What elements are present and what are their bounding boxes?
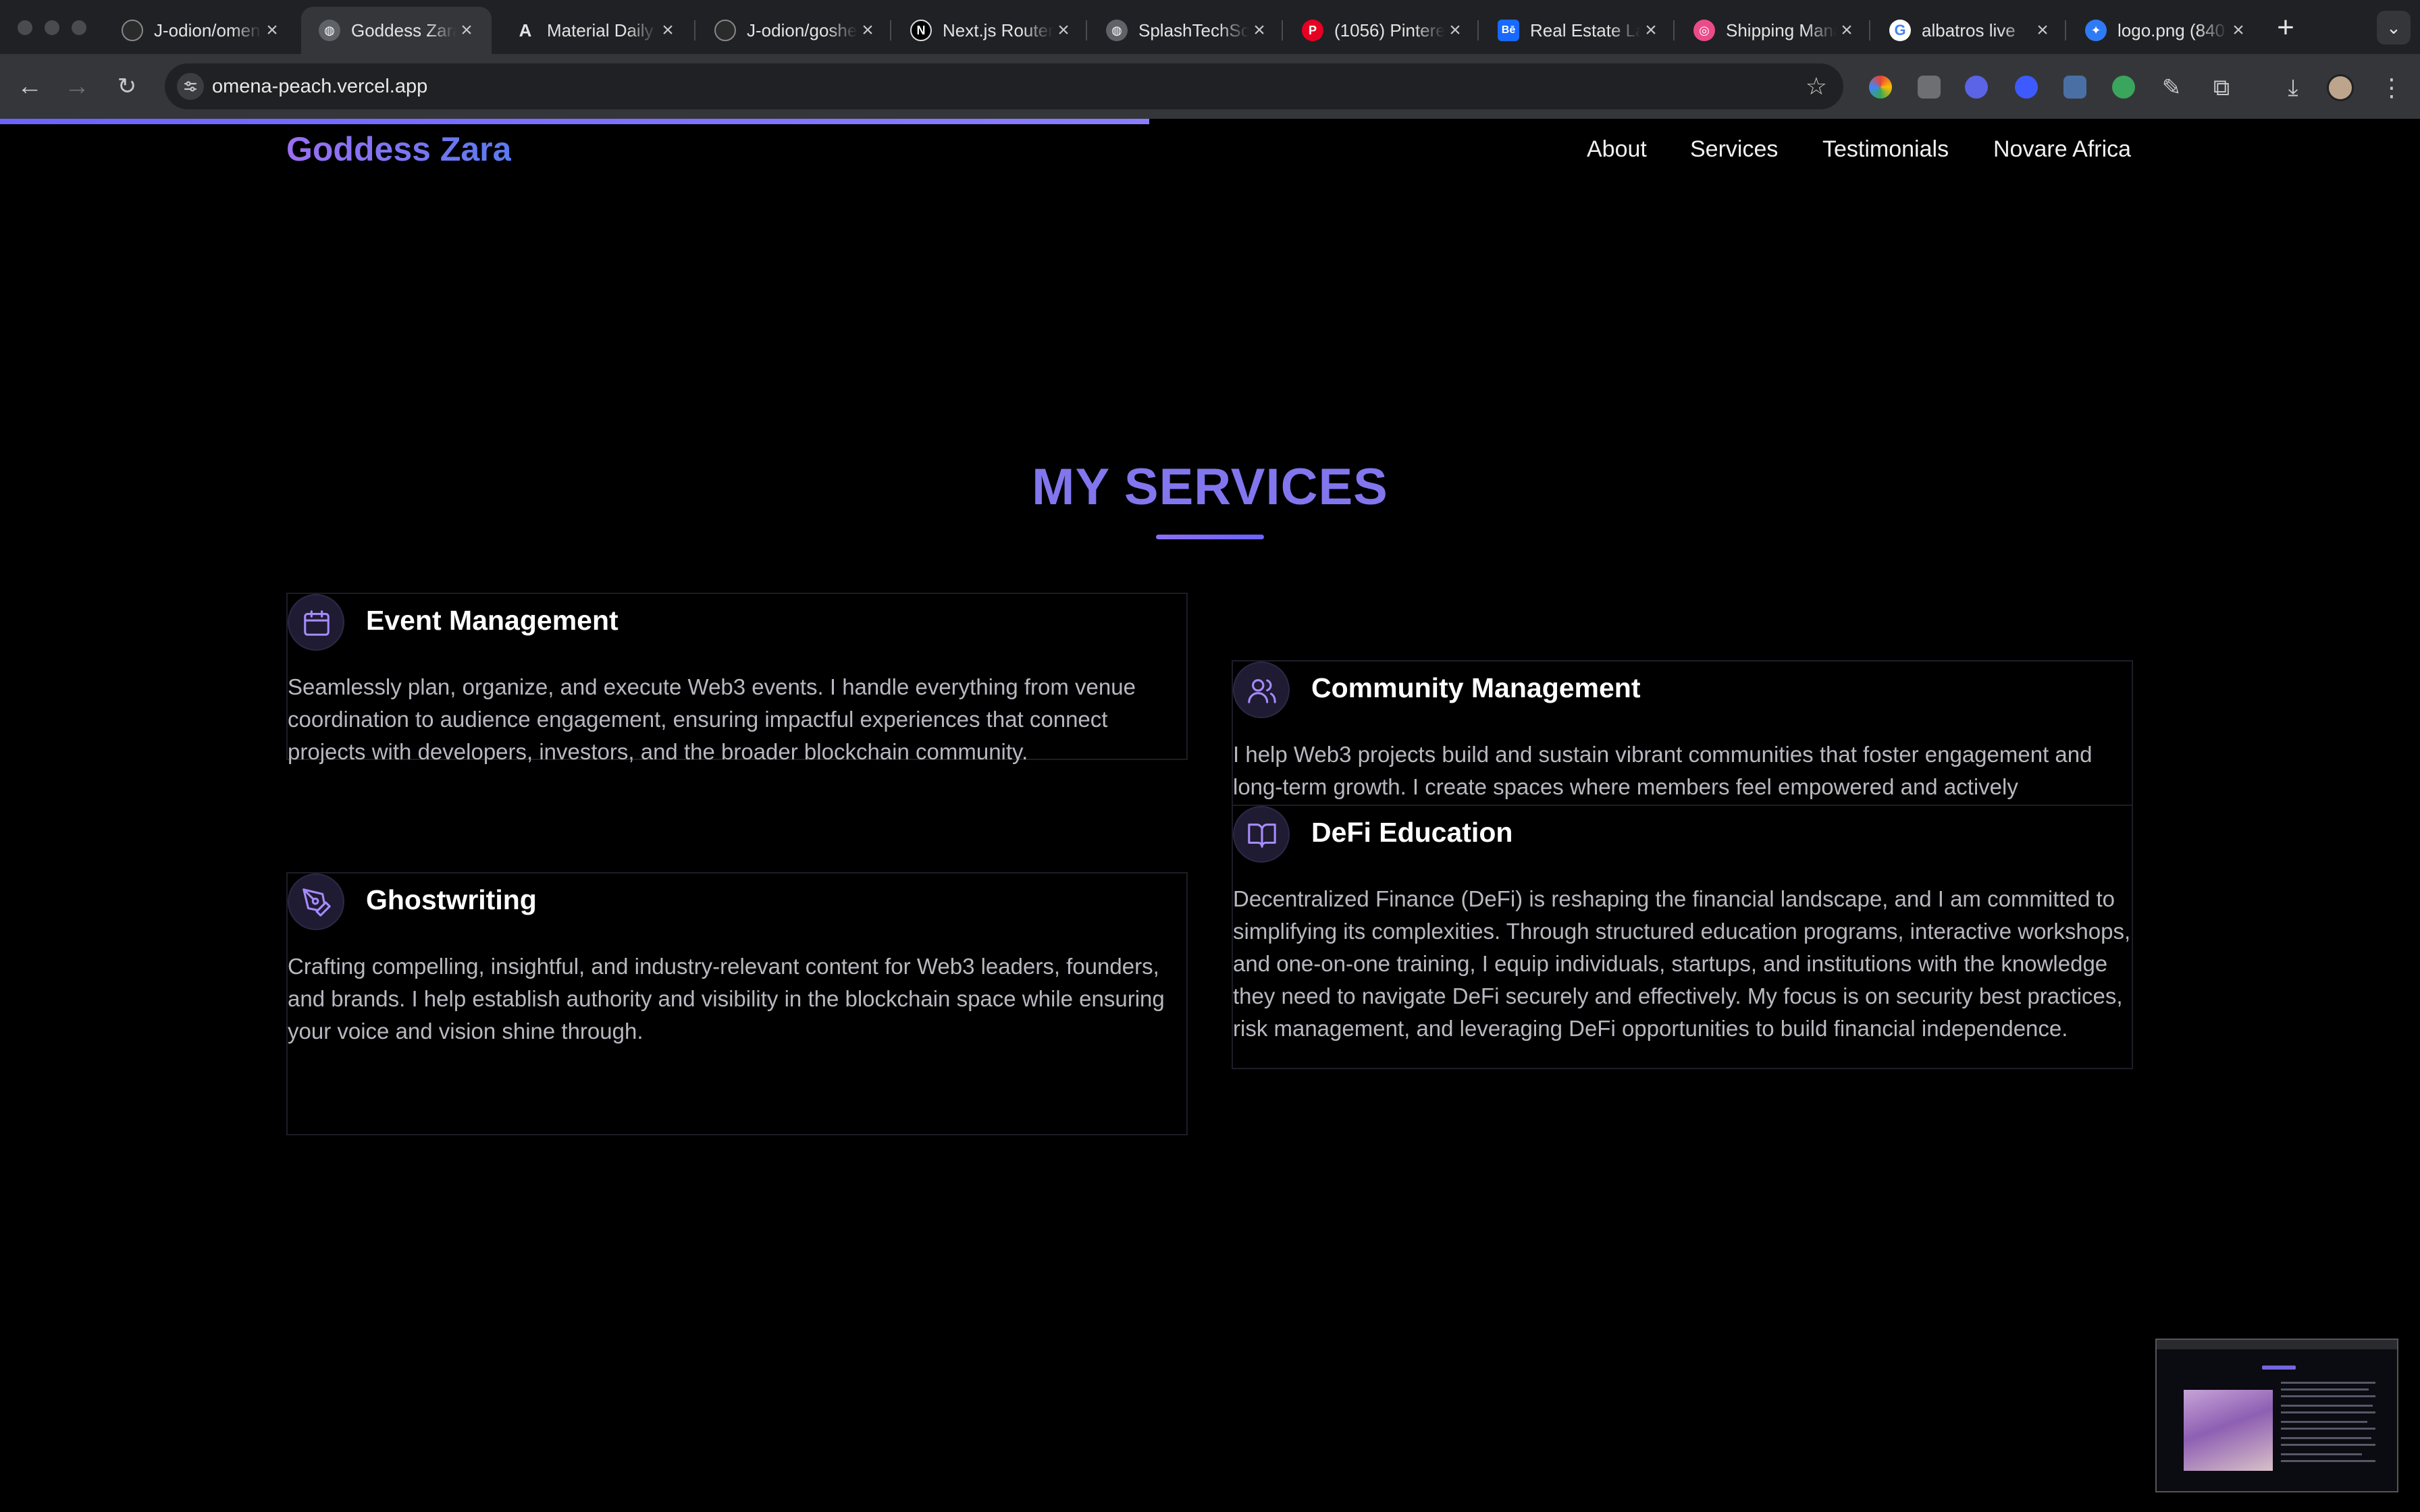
site-logo[interactable]: Goddess Zara	[286, 130, 511, 169]
service-card-defi-education: DeFi Education Decentralized Finance (De…	[1232, 805, 2133, 1069]
nav-link-about[interactable]: About	[1587, 136, 1647, 163]
dribbble-icon: ◎	[1693, 20, 1715, 41]
browser-tab[interactable]: P (1056) Pinterest ×	[1284, 7, 1480, 54]
title-underline	[1156, 535, 1264, 539]
tab-title: (1056) Pinterest	[1334, 20, 1445, 40]
service-card-community-management: Community Management I help Web3 project…	[1232, 660, 2133, 807]
window-zoom-button[interactable]	[72, 20, 86, 35]
browser-menu-icon[interactable]: ⋮	[2377, 72, 2406, 104]
service-title: DeFi Education	[1311, 817, 1513, 848]
gear-extension-icon[interactable]	[1965, 76, 1988, 99]
window-minimize-button[interactable]	[45, 20, 59, 35]
service-title: Ghostwriting	[366, 884, 537, 915]
service-card-ghostwriting: Ghostwriting Crafting compelling, insigh…	[286, 872, 1188, 1135]
book-icon	[1233, 806, 1290, 863]
tab-title: Material Daily	[547, 20, 654, 40]
browser-tab-strip: J-odion/omena × ◍ Goddess Zara × A Mater…	[0, 0, 2420, 54]
tab-title: albatros live	[1922, 20, 2016, 40]
tab-title: SplashTechSolutions	[1138, 20, 1249, 40]
lt-extension-icon[interactable]	[2063, 76, 2086, 99]
browser-tab[interactable]: J-odion/goshen ×	[697, 7, 893, 54]
browser-toolbar: ← → ↻ omena-peach.vercel.app ☆ ✎ ⧉ ⤓ ⋮	[0, 54, 2420, 119]
screenshot-extension-icon[interactable]	[1918, 76, 1941, 99]
service-card-event-management: Event Management Seamlessly plan, organi…	[286, 593, 1188, 764]
service-description: Decentralized Finance (DeFi) is reshapin…	[1233, 886, 2131, 1041]
service-title: Community Management	[1311, 672, 1641, 703]
tab-title: logo.png (840	[2118, 20, 2226, 40]
google-icon: G	[1889, 20, 1911, 41]
close-icon[interactable]: ×	[1641, 20, 1661, 40]
service-description: I help Web3 projects build and sustain v…	[1233, 742, 2093, 799]
behance-icon: Bē	[1498, 20, 1519, 41]
bookmark-star-icon[interactable]: ☆	[1806, 63, 1827, 109]
site-settings-icon[interactable]	[177, 73, 204, 100]
download-icon[interactable]: ⤓	[2277, 72, 2309, 104]
page-viewport: Goddess Zara About Services Testimonials…	[0, 119, 2420, 1512]
puzzle-extensions-icon[interactable]: ⧉	[2205, 72, 2238, 104]
scroll-progress-bar	[0, 119, 1149, 124]
preview-icon: ✦	[2085, 20, 2107, 41]
browser-tab[interactable]: A Material Daily ×	[497, 7, 693, 54]
browser-tab[interactable]: J-odion/omena ×	[104, 7, 297, 54]
profile-avatar[interactable]	[2327, 74, 2354, 101]
new-tab-button[interactable]: +	[2269, 11, 2303, 45]
pinterest-icon: P	[1302, 20, 1323, 41]
close-icon[interactable]: ×	[1837, 20, 1857, 40]
close-icon[interactable]: ×	[858, 20, 878, 40]
browser-tab-active[interactable]: ◍ Goddess Zara ×	[301, 7, 492, 54]
tab-search-button[interactable]: ⌄	[2377, 11, 2411, 45]
close-icon[interactable]: ×	[1053, 20, 1074, 40]
color-picker-extension-icon[interactable]	[1869, 76, 1892, 99]
zoom-extension-icon[interactable]	[2015, 76, 2038, 99]
site-header: Goddess Zara About Services Testimonials…	[0, 124, 2420, 182]
material-icon: A	[515, 20, 536, 41]
tab-title: Real Estate Landing	[1530, 20, 1641, 40]
url-text: omena-peach.vercel.app	[212, 76, 428, 97]
nav-link-services[interactable]: Services	[1690, 136, 1778, 163]
close-icon[interactable]: ×	[1445, 20, 1465, 40]
nav-link-novare-africa[interactable]: Novare Africa	[1993, 136, 2131, 163]
service-description: Crafting compelling, insightful, and ind…	[288, 954, 1165, 1044]
forward-button[interactable]: →	[61, 70, 93, 103]
close-icon[interactable]: ×	[1249, 20, 1269, 40]
tab-title: Next.js Router	[943, 20, 1053, 40]
back-button[interactable]: ←	[14, 70, 46, 103]
android-extension-icon[interactable]	[2112, 76, 2135, 99]
browser-tab[interactable]: Bē Real Estate Landing ×	[1480, 7, 1676, 54]
browser-tab[interactable]: G albatros live ×	[1872, 7, 2068, 54]
reload-button[interactable]: ↻	[111, 70, 143, 103]
pen-icon	[288, 873, 344, 930]
browser-tab[interactable]: ◎ Shipping Management ×	[1676, 7, 1872, 54]
browser-tab[interactable]: N Next.js Router ×	[893, 7, 1088, 54]
window-close-button[interactable]	[18, 20, 32, 35]
nav-link-testimonials[interactable]: Testimonials	[1822, 136, 1949, 163]
tab-title: J-odion/goshen	[747, 20, 858, 40]
service-title: Event Management	[366, 605, 619, 636]
close-icon[interactable]: ×	[456, 20, 477, 40]
globe-icon: ◍	[1106, 20, 1128, 41]
preview-photo	[2184, 1390, 2273, 1471]
github-icon	[122, 20, 143, 41]
users-icon	[1233, 662, 1290, 718]
close-icon[interactable]: ×	[2032, 20, 2053, 40]
close-icon[interactable]: ×	[658, 20, 678, 40]
browser-tab[interactable]: ✦ logo.png (840 ×	[2068, 7, 2263, 54]
address-bar[interactable]: omena-peach.vercel.app ☆	[165, 63, 1843, 109]
page-preview-thumbnail[interactable]	[2155, 1339, 2398, 1492]
nextjs-icon: N	[910, 20, 932, 41]
close-icon[interactable]: ×	[2228, 20, 2248, 40]
globe-icon: ◍	[319, 20, 340, 41]
calendar-icon	[288, 594, 344, 651]
github-icon	[714, 20, 736, 41]
tab-title: J-odion/omena	[154, 20, 262, 40]
services-title: MY SERVICES	[1032, 458, 1388, 516]
service-description: Seamlessly plan, organize, and execute W…	[288, 674, 1136, 764]
tab-title: Goddess Zara	[351, 20, 456, 40]
eyedropper-icon[interactable]: ✎	[2155, 72, 2188, 104]
tab-title: Shipping Management	[1726, 20, 1837, 40]
close-icon[interactable]: ×	[262, 20, 282, 40]
browser-tab[interactable]: ◍ SplashTechSolutions ×	[1088, 7, 1284, 54]
